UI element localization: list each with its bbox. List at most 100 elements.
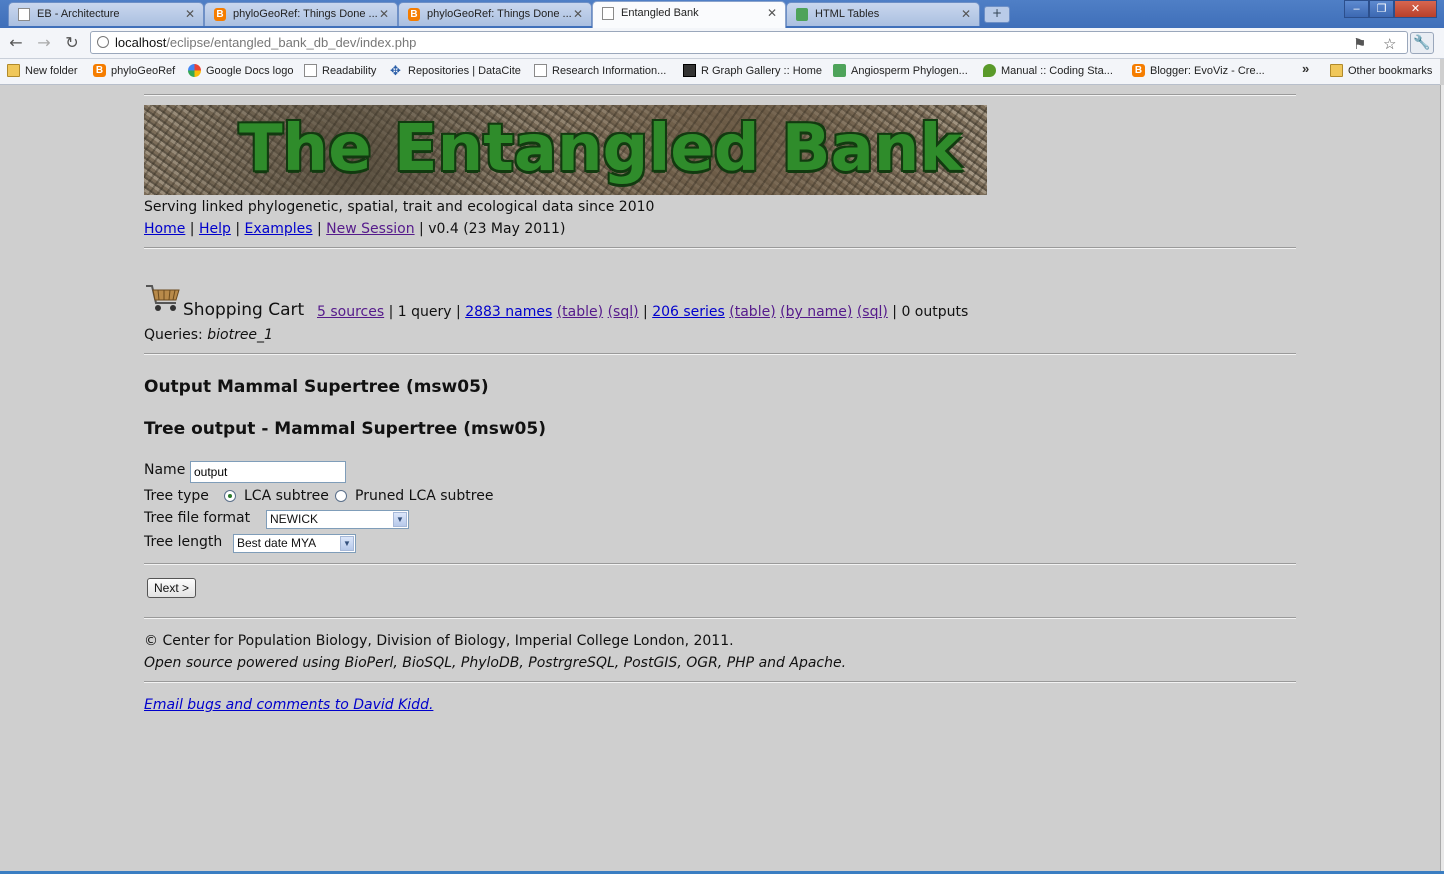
folder-icon	[7, 64, 20, 77]
bookmark-blogger-evoviz[interactable]: B Blogger: EvoViz - Cre...	[1132, 64, 1265, 78]
cart-names-link[interactable]: 2883 names	[465, 304, 552, 320]
chevron-down-icon: ▼	[393, 512, 407, 527]
nav-help-link[interactable]: Help	[199, 221, 231, 237]
tree-output-heading: Tree output - Mammal Supertree (msw05)	[144, 419, 546, 439]
blogger-icon: B	[214, 8, 226, 21]
tab-title: EB - Architecture	[37, 8, 120, 20]
bookmark-angiosperm-phylogeny[interactable]: Angiosperm Phylogen...	[833, 64, 968, 78]
queries-line: Queries: biotree_1	[144, 326, 273, 344]
nav-examples-link[interactable]: Examples	[245, 221, 313, 237]
queries-label: Queries:	[144, 327, 203, 343]
tab-phylogeoref-1[interactable]: B phyloGeoRef: Things Done ... ✕	[204, 2, 398, 26]
name-input[interactable]	[190, 461, 346, 483]
page-icon	[304, 64, 317, 77]
bookmark-r-graph-gallery[interactable]: R Graph Gallery :: Home	[683, 64, 822, 78]
tree-file-format-select[interactable]: NEWICK ▼	[266, 510, 409, 529]
bookmark-manual-coding[interactable]: Manual :: Coding Sta...	[983, 64, 1113, 78]
tree-type-label: Tree type	[144, 488, 209, 504]
close-icon[interactable]: ✕	[573, 3, 583, 25]
tab-title: HTML Tables	[815, 8, 880, 20]
tree-length-label: Tree length	[144, 534, 223, 550]
bookmark-phylogeoref[interactable]: BphyloGeoRef	[93, 64, 175, 78]
url-host: localhost	[115, 35, 167, 50]
bookmark-readability[interactable]: Readability	[304, 64, 376, 78]
close-icon[interactable]: ✕	[379, 3, 389, 25]
green-site-icon	[796, 8, 808, 21]
leaf-icon	[983, 64, 996, 77]
lca-subtree-radio[interactable]	[224, 490, 236, 502]
web-page: The Entangled Bank Serving linked phylog…	[0, 85, 1440, 871]
bookmark-label: Readability	[322, 65, 377, 77]
minimize-button[interactable]: –	[1344, 0, 1369, 18]
bookmark-datacite[interactable]: ✥ Repositories | DataCite	[390, 64, 521, 78]
bookmark-other-bookmarks[interactable]: Other bookmarks	[1330, 64, 1432, 78]
nav-home-link[interactable]: Home	[144, 221, 185, 237]
banner-title: The Entangled Bank	[239, 112, 962, 186]
close-icon[interactable]: ✕	[185, 3, 195, 25]
page-action-icon[interactable]: ⚑	[1353, 34, 1366, 55]
divider	[144, 94, 1296, 96]
tree-length-select[interactable]: Best date MYA ▼	[233, 534, 356, 553]
cart-series-link[interactable]: 206 series	[652, 304, 725, 320]
pruned-lca-subtree-radio[interactable]	[335, 490, 347, 502]
restore-button[interactable]: ❐	[1369, 0, 1394, 18]
cart-outputs-count: 0 outputs	[901, 304, 969, 320]
address-bar[interactable]: localhost/eclipse/entangled_bank_db_dev/…	[90, 31, 1408, 54]
new-tab-button[interactable]: +	[984, 6, 1010, 23]
pruned-lca-subtree-label: Pruned LCA subtree	[355, 488, 494, 504]
tree-file-format-label: Tree file format	[144, 510, 251, 526]
shopping-cart-title: Shopping Cart	[183, 300, 305, 320]
tab-title: phyloGeoRef: Things Done ...	[233, 8, 378, 20]
tab-entangled-bank[interactable]: Entangled Bank ✕	[592, 1, 786, 28]
tab-phylogeoref-2[interactable]: B phyloGeoRef: Things Done ... ✕	[398, 2, 592, 26]
entangled-bank-banner: The Entangled Bank	[144, 105, 987, 195]
copyright-text: © Center for Population Biology, Divisio…	[144, 633, 734, 649]
bookmark-label: Research Information...	[552, 65, 667, 77]
blogger-icon: B	[408, 8, 420, 21]
wrench-menu-button[interactable]: 🔧	[1410, 32, 1434, 54]
cart-series-table-link[interactable]: (table)	[729, 304, 775, 320]
email-bugs-link[interactable]: Email bugs and comments to David Kidd.	[144, 697, 433, 713]
bookmark-new-folder[interactable]: New folder	[7, 64, 78, 78]
divider	[144, 617, 1296, 619]
divider	[144, 353, 1296, 355]
close-icon[interactable]: ✕	[767, 2, 777, 24]
vertical-scrollbar[interactable]	[1440, 85, 1444, 871]
close-icon[interactable]: ✕	[961, 3, 971, 25]
divider	[144, 247, 1296, 249]
datacite-icon: ✥	[390, 63, 401, 78]
tagline: Serving linked phylogenetic, spatial, tr…	[144, 199, 655, 215]
forward-button[interactable]: →	[33, 32, 55, 54]
star-icon[interactable]: ☆	[1383, 34, 1396, 55]
cart-sources-link[interactable]: 5 sources	[317, 304, 384, 320]
bookmark-label: Other bookmarks	[1348, 65, 1433, 77]
lca-subtree-label: LCA subtree	[244, 488, 329, 504]
select-value: NEWICK	[270, 512, 318, 526]
bookmark-label: phyloGeoRef	[111, 65, 176, 77]
bookmark-label: Angiosperm Phylogen...	[851, 65, 968, 77]
bookmarks-overflow-chevron[interactable]: »	[1302, 61, 1309, 76]
name-label: Name	[144, 462, 186, 478]
shopping-cart-icon	[146, 285, 180, 311]
back-button[interactable]: ←	[5, 32, 27, 54]
tab-title: phyloGeoRef: Things Done ...	[427, 8, 572, 20]
browser-toolbar: ← → ↻ localhost/eclipse/entangled_bank_d…	[0, 28, 1444, 59]
tab-eb-architecture[interactable]: EB - Architecture ✕	[8, 2, 204, 26]
bookmark-google-docs-logo[interactable]: Google Docs logo	[188, 64, 293, 78]
cart-series-sql-link[interactable]: (sql)	[857, 304, 888, 320]
email-bugs-line: Email bugs and comments to David Kidd.	[144, 696, 433, 714]
bookmark-label: Blogger: EvoViz - Cre...	[1150, 65, 1265, 77]
cart-series-by-name-link[interactable]: (by name)	[780, 304, 852, 320]
tab-html-tables[interactable]: HTML Tables ✕	[786, 2, 980, 26]
output-heading: Output Mammal Supertree (msw05)	[144, 377, 489, 397]
nav-new-session-link[interactable]: New Session	[326, 221, 414, 237]
bookmark-label: Manual :: Coding Sta...	[1001, 65, 1113, 77]
reload-button[interactable]: ↻	[61, 32, 83, 54]
bookmark-research-information[interactable]: Research Information...	[534, 64, 666, 78]
next-button[interactable]: Next >	[147, 578, 197, 598]
r-graph-icon	[683, 64, 696, 77]
cart-names-sql-link[interactable]: (sql)	[608, 304, 639, 320]
close-window-button[interactable]: ✕	[1394, 0, 1437, 18]
wrench-icon: 🔧	[1413, 35, 1431, 51]
cart-names-table-link[interactable]: (table)	[557, 304, 603, 320]
